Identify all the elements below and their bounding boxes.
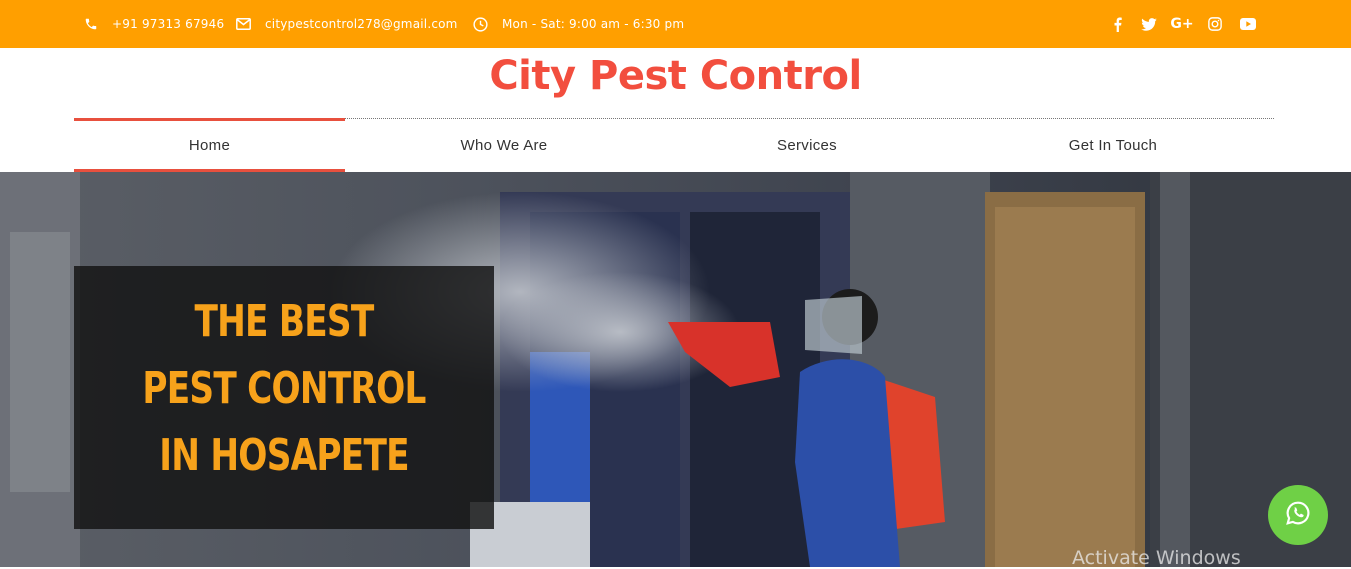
tab-who-we-are[interactable]: Who We Are: [404, 118, 604, 172]
main-navigation: Home Who We Are Services Get In Touch: [74, 118, 1274, 172]
hero-headline-box: THE BEST PEST CONTROL IN HOSAPETE: [74, 266, 494, 529]
top-bar: +91 97313 67946 citypestcontrol278@gmail…: [0, 0, 1351, 48]
hero-headline-line-3: IN HOSAPETE: [159, 430, 409, 481]
envelope-icon: [236, 18, 251, 30]
google-plus-icon[interactable]: G+: [1170, 14, 1193, 34]
hero-headline-line-2: PEST CONTROL: [142, 363, 426, 414]
hours-text: Mon - Sat: 9:00 am - 6:30 pm: [502, 17, 685, 31]
hero-headline-line-1: THE BEST: [194, 296, 374, 347]
youtube-icon[interactable]: [1238, 14, 1258, 34]
whatsapp-button[interactable]: [1268, 485, 1328, 545]
tab-services[interactable]: Services: [707, 118, 907, 172]
business-hours: Mon - Sat: 9:00 am - 6:30 pm: [473, 0, 684, 48]
twitter-icon[interactable]: [1139, 14, 1159, 34]
phone-icon: [84, 17, 98, 31]
contact-phone[interactable]: +91 97313 67946: [84, 0, 224, 48]
contact-email[interactable]: citypestcontrol278@gmail.com: [236, 0, 458, 48]
email-address: citypestcontrol278@gmail.com: [265, 17, 458, 31]
clock-icon: [473, 16, 488, 32]
windows-activation-watermark: Activate Windows: [1072, 547, 1241, 569]
hero-banner: THE BEST PEST CONTROL IN HOSAPETE: [0, 172, 1351, 567]
whatsapp-icon: [1285, 500, 1311, 531]
facebook-icon[interactable]: [1107, 14, 1127, 34]
site-header: City Pest Control: [0, 48, 1351, 102]
site-logo-title[interactable]: City Pest Control: [0, 48, 1351, 102]
phone-number: +91 97313 67946: [112, 17, 225, 31]
instagram-icon[interactable]: [1205, 14, 1225, 34]
tab-get-in-touch[interactable]: Get In Touch: [1013, 118, 1213, 172]
tab-home[interactable]: Home: [74, 118, 345, 172]
